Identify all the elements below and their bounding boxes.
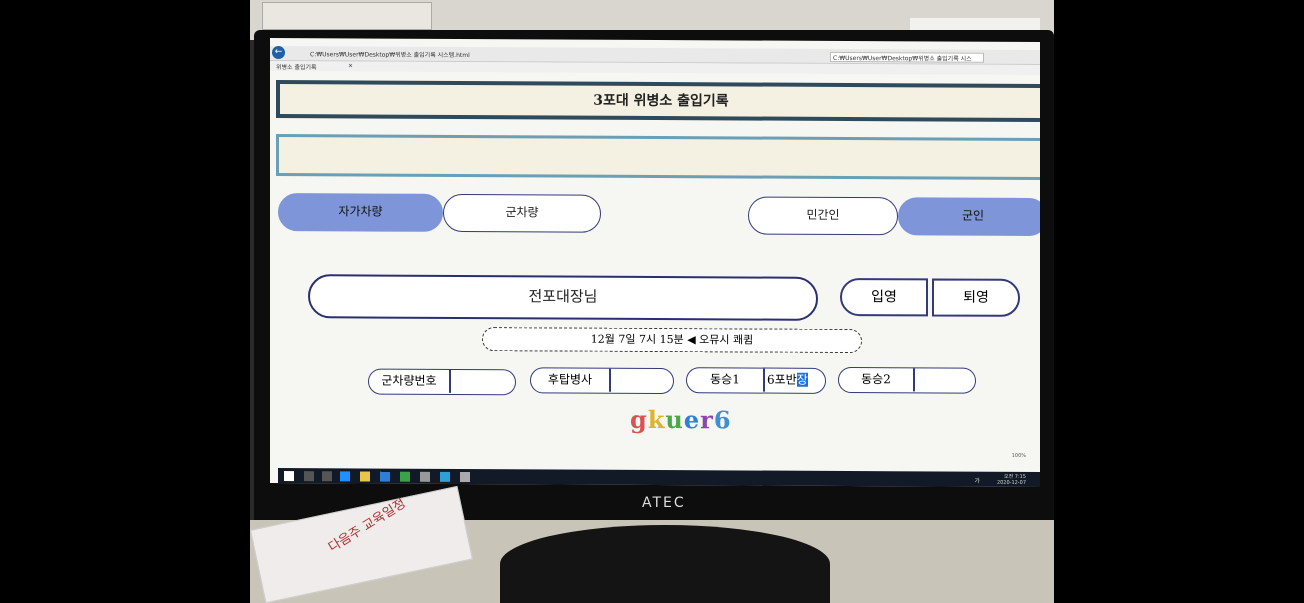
address-url-right[interactable]: C:₩Users₩User₩Desktop₩위병소 출입기록 시스템.html — [830, 51, 984, 71]
tab-soldier[interactable]: 군인 — [898, 197, 1040, 237]
exit-button[interactable]: 퇴영 — [932, 278, 1020, 317]
photo-frame: ATEC 다음주 교육일정 ← C:₩Users₩User₩Desktop₩위병… — [250, 0, 1054, 603]
footer-char: u — [665, 405, 684, 435]
browser-tab[interactable]: 위병소 출입기록 — [276, 62, 317, 71]
address-url[interactable]: C:₩Users₩User₩Desktop₩위병소 출입기록 시스템.html — [310, 49, 470, 59]
companion2-label: 동승2 — [839, 367, 915, 392]
folder-icon[interactable] — [360, 471, 370, 482]
footer-char: g — [630, 404, 648, 434]
vehicle-number-label: 군차량번호 — [369, 369, 451, 393]
tab-military-vehicle[interactable]: 군차량 — [443, 193, 601, 233]
footer-char: r — [700, 405, 714, 435]
vs-icon[interactable] — [440, 471, 450, 482]
tab-close-icon[interactable]: × — [348, 62, 353, 69]
tab-private-vehicle[interactable]: 자가차량 — [278, 193, 443, 232]
companion2-field[interactable]: 동승2 — [838, 366, 976, 394]
store-icon[interactable] — [380, 471, 390, 482]
enter-button[interactable]: 입영 — [840, 277, 928, 317]
back-arrow-icon[interactable]: ← — [272, 45, 285, 60]
footer-char: 6 — [713, 405, 732, 435]
name-input[interactable]: 전포대장님 — [308, 274, 818, 321]
notepad-icon[interactable] — [460, 471, 470, 483]
companion1-input[interactable]: 6포반장 — [765, 369, 808, 392]
clock[interactable]: 오전 7:15 2020-12-07 — [997, 474, 1026, 486]
photos-icon[interactable] — [420, 471, 430, 482]
windows-start-icon[interactable] — [284, 471, 294, 482]
monitor-brand: ATEC — [642, 495, 686, 511]
companion1-value: 6포반 — [767, 372, 797, 387]
rear-seat-label: 후탑병사 — [531, 368, 611, 392]
wall-sticker — [262, 2, 432, 30]
companion1-label: 동승1 — [687, 368, 765, 392]
tab-civilian[interactable]: 민간인 — [748, 196, 898, 236]
rear-seat-field[interactable]: 후탑병사 — [530, 367, 674, 395]
companion2-input[interactable] — [917, 368, 919, 391]
footer-text: gkuer6 — [630, 405, 732, 435]
screen: ← C:₩Users₩User₩Desktop₩위병소 출입기록 시스템.htm… — [270, 37, 1040, 488]
timestamp-display: 12월 7일 7시 15분 ◀ 오뮤시 쾌큄 — [482, 327, 862, 354]
footer-char: k — [647, 404, 666, 435]
clock-date: 2020-12-07 — [996, 479, 1026, 486]
zoom-level[interactable]: 100% — [1012, 453, 1026, 459]
companion1-field[interactable]: 동승1 6포반장 — [686, 367, 826, 394]
vehicle-number-input[interactable] — [453, 370, 455, 393]
app-icon[interactable] — [400, 471, 410, 482]
vehicle-number-field[interactable]: 군차량번호 — [368, 368, 516, 396]
search-icon[interactable] — [304, 471, 314, 482]
companion1-selection: 장 — [796, 372, 808, 387]
page-title: 3포대 위병소 출입기록 — [276, 80, 1040, 123]
rear-seat-input[interactable] — [613, 369, 615, 392]
monitor-stand — [500, 525, 830, 603]
ime-indicator[interactable]: 가 — [974, 476, 980, 485]
footer-char: e — [683, 405, 701, 435]
info-banner — [276, 134, 1040, 181]
ie-icon[interactable] — [340, 471, 350, 482]
task-view-icon[interactable] — [322, 471, 332, 482]
